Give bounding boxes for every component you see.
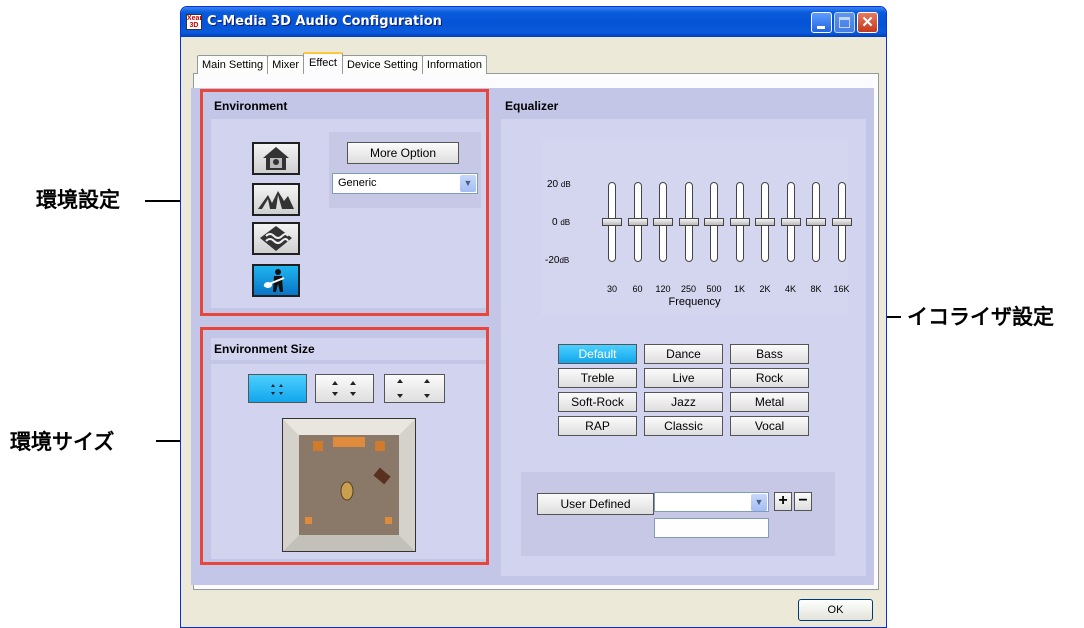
eq-slider-knob[interactable]: [729, 218, 750, 226]
maximize-icon: [839, 17, 850, 28]
window-title: C-Media 3D Audio Configuration: [207, 14, 442, 29]
eq-preset-button[interactable]: Live: [644, 368, 723, 388]
eq-preset-button[interactable]: Treble: [558, 368, 637, 388]
eq-band-label: 16K: [833, 284, 850, 294]
eq-slider-knob[interactable]: [806, 218, 826, 226]
tab-mixer[interactable]: Mixer: [267, 55, 305, 74]
callout-equalizer-settings: イコライザ設定: [907, 305, 1054, 329]
eq-preset-button[interactable]: Metal: [730, 392, 809, 412]
plus-icon: +: [778, 492, 788, 509]
user-defined-select[interactable]: ▼: [654, 492, 769, 512]
eq-slider-knob[interactable]: [602, 218, 622, 226]
tab-main-setting[interactable]: Main Setting: [197, 55, 269, 74]
equalizer-graph-panel: 20 dB 0 dB -20dB 30 60 120 250 500 1K 2K 4K 8K 16…: [541, 139, 852, 316]
eq-preset-button[interactable]: Vocal: [730, 416, 809, 436]
db-label-top: 20 dB: [547, 179, 571, 190]
eq-slider-knob[interactable]: [780, 218, 801, 226]
eq-slider-knob[interactable]: [627, 218, 648, 226]
eq-slider-knob[interactable]: [755, 218, 775, 226]
chevron-down-icon: ▼: [751, 494, 767, 511]
tab-strip: Main Setting Mixer Effect Device Setting…: [197, 52, 487, 74]
eq-preset-button[interactable]: RAP: [558, 416, 637, 436]
eq-preset-button[interactable]: Rock: [730, 368, 809, 388]
close-icon: ✕: [861, 14, 874, 31]
callout-environment-size: 環境サイズ: [10, 430, 115, 454]
tab-effect[interactable]: Effect: [303, 52, 343, 74]
db-label-bottom: -20dB: [545, 255, 570, 266]
eq-slider-knob[interactable]: [678, 218, 699, 226]
eq-preset-button[interactable]: Bass: [730, 344, 809, 364]
maximize-button[interactable]: [834, 12, 855, 33]
add-preset-button[interactable]: +: [774, 492, 792, 511]
equalizer-title: Equalizer: [505, 99, 559, 113]
title-bar[interactable]: Xear 3D C-Media 3D Audio Configuration ✕: [181, 7, 886, 37]
eq-preset-button[interactable]: Dance: [644, 344, 723, 364]
minimize-icon: [817, 26, 825, 29]
close-button[interactable]: ✕: [857, 12, 878, 33]
callout-environment-settings: 環境設定: [36, 188, 120, 212]
eq-slider-knob[interactable]: [831, 218, 852, 226]
minimize-button[interactable]: [811, 12, 832, 33]
user-preset-name-field[interactable]: [654, 518, 769, 538]
eq-preset-button[interactable]: Jazz: [644, 392, 723, 412]
eq-preset-button[interactable]: Soft-Rock: [558, 392, 637, 412]
eq-preset-button[interactable]: Classic: [644, 416, 723, 436]
frequency-label: Frequency: [668, 296, 721, 308]
environment-size-highlight-box: [200, 327, 489, 565]
user-defined-button[interactable]: User Defined: [537, 493, 654, 515]
app-icon: Xear 3D: [186, 14, 203, 30]
eq-preset-button[interactable]: Default: [558, 344, 637, 364]
ok-button[interactable]: OK: [798, 599, 873, 621]
minus-icon: −: [798, 492, 808, 509]
remove-preset-button[interactable]: −: [794, 492, 812, 511]
eq-slider-knob[interactable]: [704, 218, 724, 226]
environment-highlight-box: [200, 89, 489, 316]
db-label-mid: 0 dB: [552, 217, 571, 228]
tab-device-setting[interactable]: Device Setting: [341, 55, 423, 74]
tab-information[interactable]: Information: [421, 55, 487, 74]
eq-slider-knob[interactable]: [653, 218, 673, 226]
